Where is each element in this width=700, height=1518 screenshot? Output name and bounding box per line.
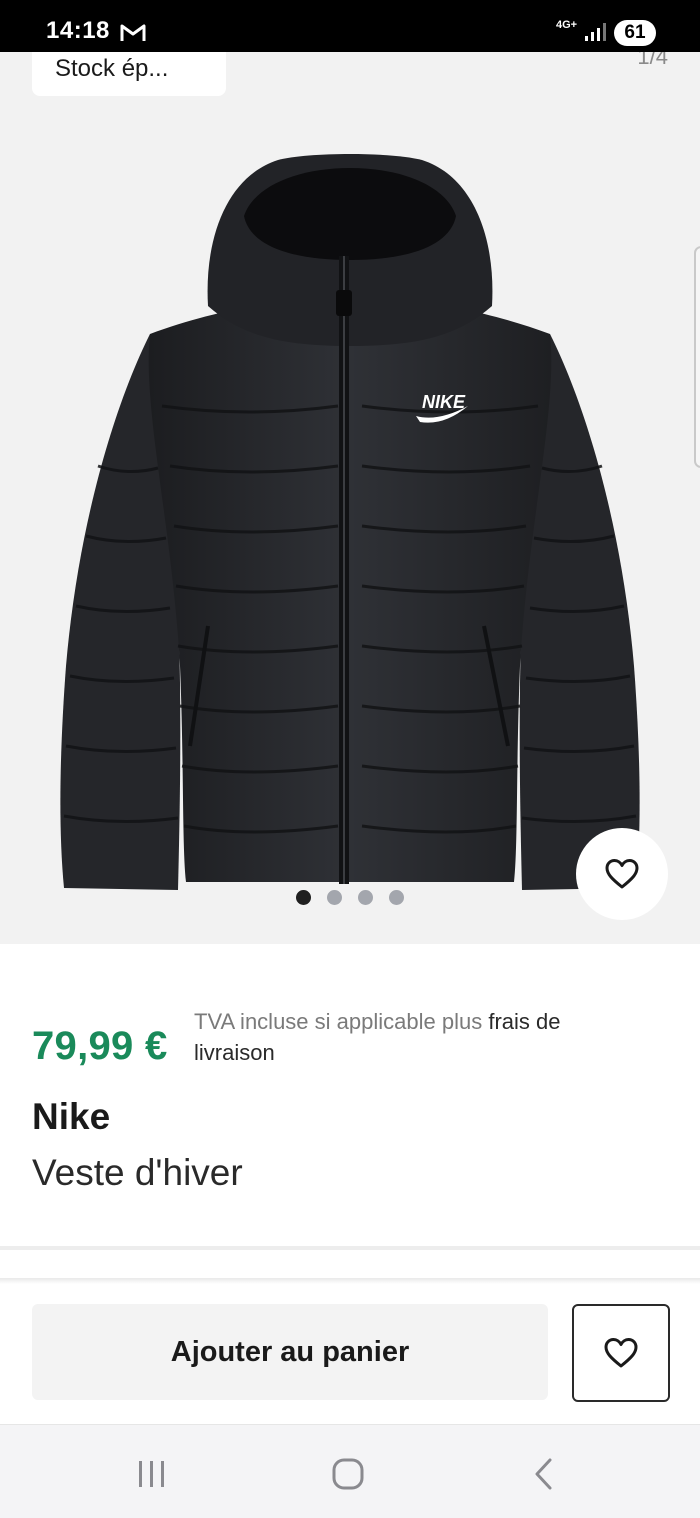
stock-badge: Stock ép... — [32, 52, 226, 96]
pager-dot-3[interactable] — [358, 890, 373, 905]
tax-note: TVA incluse si applicable plus frais de … — [194, 1006, 634, 1068]
brand-logo: NIKE — [422, 392, 466, 412]
divider — [0, 1246, 700, 1250]
home-button[interactable] — [324, 1455, 372, 1493]
image-pager — [296, 890, 404, 905]
pager-dot-4[interactable] — [389, 890, 404, 905]
status-time: 14:18 — [46, 17, 110, 44]
action-bar: Ajouter au panier — [0, 1284, 700, 1424]
heart-icon — [605, 859, 639, 889]
network-type: 4G+ — [556, 19, 578, 31]
status-bar: 14:18 4G+ 61 — [0, 0, 700, 52]
battery-level: 61 — [614, 20, 656, 46]
back-button[interactable] — [520, 1455, 568, 1493]
product-price: 79,99 € — [32, 1024, 168, 1068]
image-counter: 1/4 — [637, 52, 668, 69]
home-icon — [332, 1458, 364, 1490]
recents-icon — [139, 1461, 164, 1487]
back-icon — [535, 1458, 552, 1490]
scroll-handle[interactable] — [694, 246, 700, 468]
product-info: 79,99 € TVA incluse si applicable plus f… — [0, 944, 700, 1244]
product-name: Veste d'hiver — [32, 1152, 243, 1193]
recents-button[interactable] — [128, 1455, 176, 1493]
wishlist-button[interactable] — [572, 1304, 670, 1402]
tax-note-text: TVA incluse si applicable plus — [194, 1009, 483, 1034]
product-image-gallery[interactable]: Stock ép... 1/4 NIKE — [0, 52, 700, 944]
system-nav-bar — [0, 1424, 700, 1518]
wishlist-fab[interactable] — [576, 828, 668, 920]
add-to-cart-button[interactable]: Ajouter au panier — [32, 1304, 548, 1400]
gmail-icon — [120, 24, 146, 41]
heart-icon — [604, 1338, 638, 1368]
pager-dot-1[interactable] — [296, 890, 311, 905]
product-brand[interactable]: Nike — [32, 1096, 110, 1138]
signal-icon — [585, 23, 606, 41]
product-image: NIKE — [60, 154, 640, 890]
pager-dot-2[interactable] — [327, 890, 342, 905]
